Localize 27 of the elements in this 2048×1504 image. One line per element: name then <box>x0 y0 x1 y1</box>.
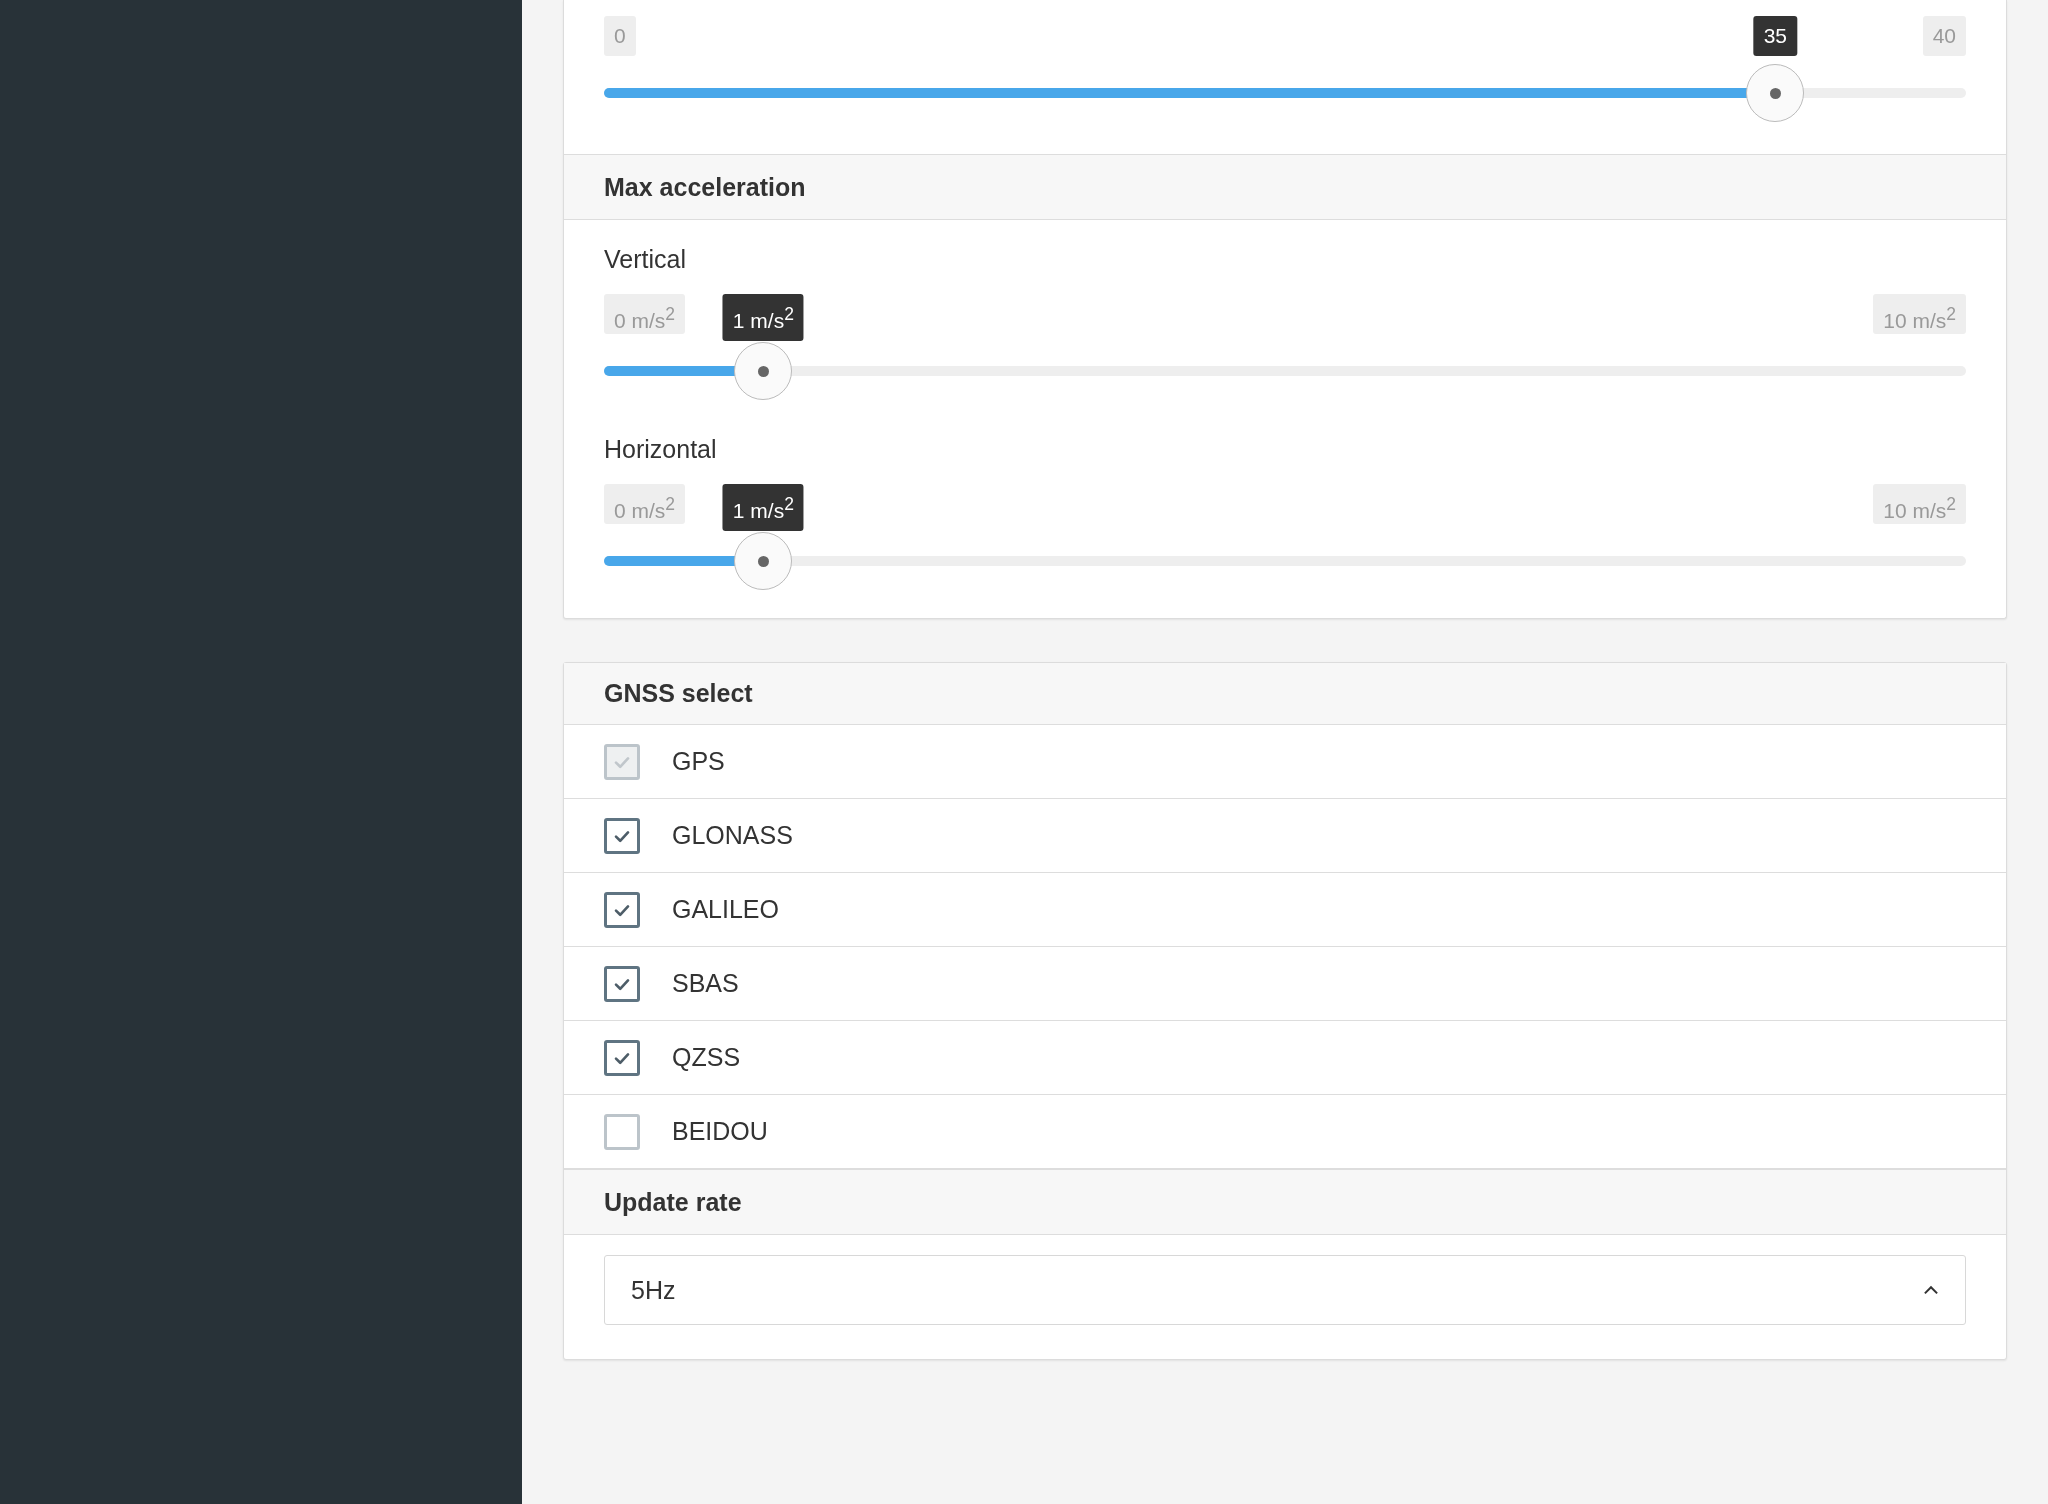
slider-min-label: 0 m/s$^{2}$ <box>604 294 686 334</box>
slider-label: Horizontal <box>604 434 718 465</box>
slider-value-tooltip: 35 <box>1753 16 1797 56</box>
checkbox-label: QZSS <box>672 1043 741 1072</box>
slider-label: Vertical <box>604 244 687 275</box>
checkbox[interactable] <box>604 817 640 854</box>
slider-min-label: 0 m/s$^{2}$ <box>604 484 686 524</box>
checkbox[interactable] <box>604 891 640 928</box>
slider-max-label: 40 <box>1922 16 1966 56</box>
slider-value-tooltip: 1 m/s$^{2}$ <box>722 484 804 531</box>
checkbox[interactable] <box>604 965 640 1002</box>
slider-value-tooltip: 1 m/s$^{2}$ <box>722 294 804 341</box>
section-header: Max acceleration <box>564 154 2006 220</box>
checkbox[interactable] <box>604 1113 640 1150</box>
slider-min-label: 0 <box>604 16 636 56</box>
checkbox-label: GLONASS <box>672 821 793 850</box>
update-rate-dropdown[interactable]: 5Hz <box>604 1255 1966 1325</box>
checkbox-label: GPS <box>672 747 725 776</box>
checkbox[interactable] <box>604 1039 640 1076</box>
section-header: Update rate <box>564 1169 2006 1235</box>
section-header: GNSS select <box>564 663 2006 725</box>
checkbox-label: BEIDOU <box>672 1117 768 1146</box>
checkbox-label: GALILEO <box>672 895 779 924</box>
caret-up-icon <box>1923 1285 1939 1295</box>
slider-max-label: 10 m/s$^{2}$ <box>1873 294 1966 334</box>
checkbox-label: SBAS <box>672 969 739 998</box>
slider-max-label: 10 m/s$^{2}$ <box>1873 484 1966 524</box>
